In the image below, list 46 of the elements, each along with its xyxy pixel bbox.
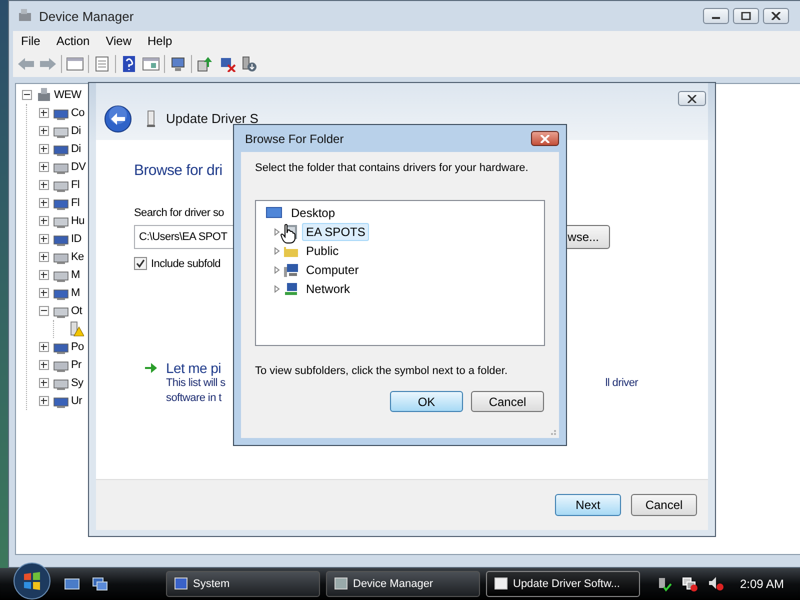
tree-item[interactable]: Co — [71, 107, 84, 119]
tree-item[interactable]: Di — [71, 143, 81, 155]
tree-item[interactable]: M — [71, 287, 80, 299]
hint-text: To view subfolders, click the symbol next to a folder. — [255, 365, 509, 377]
instruction-text: Select the folder that contains drivers for your hardware. — [255, 162, 530, 174]
folder-item[interactable]: Network — [302, 280, 354, 298]
option-link[interactable]: Let me pi — [166, 360, 221, 376]
field-label: Search for driver so — [134, 207, 224, 219]
tree-item[interactable]: Ur — [71, 395, 82, 407]
window-title: Update Driver S — [166, 111, 258, 126]
menu-item[interactable]: Action — [48, 34, 98, 48]
tree-item[interactable]: DV — [71, 161, 86, 173]
taskbar-button[interactable]: System — [166, 571, 320, 597]
tree-item[interactable]: Po — [71, 341, 84, 353]
option-description: This list will s — [166, 376, 226, 391]
clock: 2:09 AM — [740, 577, 784, 591]
checkbox-label: Include subfold — [151, 258, 220, 270]
tree-item[interactable]: Sy — [71, 377, 84, 389]
folder-item[interactable]: Computer — [302, 260, 363, 278]
taskbar-button[interactable]: Device Manager — [326, 571, 480, 597]
tree-item[interactable]: Ke — [71, 251, 84, 263]
window-title: Device Manager — [39, 8, 134, 24]
cancel-button[interactable]: Cancel — [631, 494, 697, 516]
page-heading: Browse for dri — [134, 162, 222, 179]
taskbar-button[interactable]: Update Driver Softw... — [486, 571, 640, 597]
folder-item[interactable]: Public — [302, 242, 343, 260]
tree-item[interactable]: M — [71, 269, 80, 281]
tree-item[interactable]: ID — [71, 233, 82, 245]
option-description: software in t — [166, 391, 222, 406]
tree-item[interactable]: Pr — [71, 359, 82, 371]
tree-item[interactable]: Di — [71, 125, 81, 137]
option-description: ll driver — [605, 376, 638, 391]
tree-item[interactable]: Fl — [71, 197, 80, 209]
next-button[interactable]: Next — [555, 494, 621, 516]
folder-item[interactable]: EA SPOTS — [302, 222, 370, 240]
menu-item[interactable]: Help — [140, 34, 180, 48]
ok-button[interactable]: OK — [390, 391, 463, 412]
menu-item[interactable]: File — [13, 34, 48, 48]
folder-item[interactable]: Desktop — [287, 204, 340, 222]
tree-item[interactable]: Ot — [71, 305, 82, 317]
tree-item[interactable]: Fl — [71, 179, 80, 191]
menu-item[interactable]: View — [98, 34, 140, 48]
tree-item[interactable]: WEW — [54, 89, 82, 101]
dialog-title: Browse For Folder — [245, 132, 344, 146]
tree-item[interactable]: Hu — [71, 215, 84, 227]
cancel-button[interactable]: Cancel — [471, 391, 544, 412]
